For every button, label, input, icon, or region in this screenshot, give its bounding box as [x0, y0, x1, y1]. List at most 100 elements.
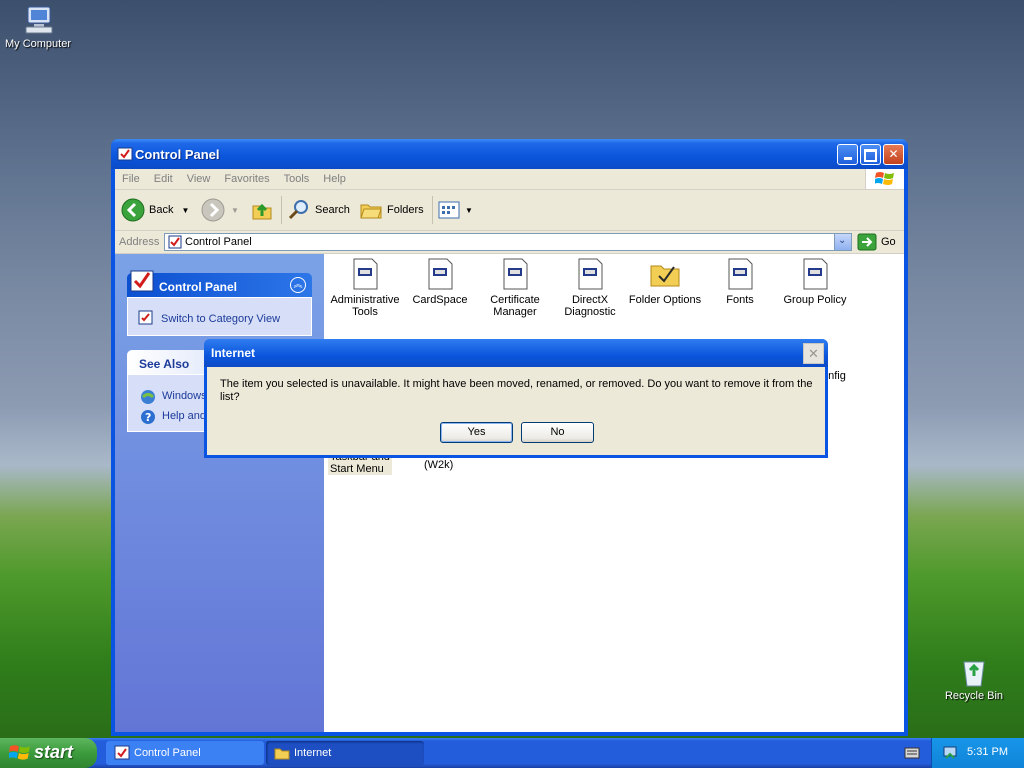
close-icon: ✕ — [808, 346, 819, 361]
item-label: Administrative Tools — [330, 294, 400, 318]
keyboard-icon[interactable] — [904, 747, 920, 759]
back-button[interactable]: Back ▼ — [121, 197, 189, 223]
window-titlebar[interactable]: Control Panel ✕ — [111, 139, 908, 169]
toolbar-separator — [281, 196, 282, 224]
menu-tools[interactable]: Tools — [277, 169, 317, 189]
control-panel-task-icon — [114, 745, 130, 760]
menu-file[interactable]: File — [115, 169, 147, 189]
item-label: Folder Options — [628, 294, 702, 306]
control-panel-panel-body: Switch to Category View — [127, 297, 312, 336]
control-panel-panel-header[interactable]: Control Panel ︽ — [127, 270, 312, 297]
yes-button[interactable]: Yes — [440, 422, 513, 443]
task-label: Internet — [294, 747, 332, 759]
collapse-icon[interactable]: ︽ — [290, 277, 306, 293]
applet-icon — [728, 258, 753, 290]
help-icon: ? — [141, 410, 155, 424]
address-value: Control Panel — [185, 236, 252, 248]
item-administrative-tools[interactable]: Administrative Tools — [328, 258, 402, 318]
address-input[interactable]: Control Panel ⌄ — [164, 233, 852, 251]
item-label: CardSpace — [412, 294, 468, 306]
up-folder-icon — [252, 203, 272, 220]
item-folder-options[interactable]: Folder Options — [628, 258, 702, 306]
minimize-button[interactable] — [837, 144, 858, 165]
recycle-bin-icon — [963, 661, 985, 687]
minimize-icon — [843, 157, 852, 160]
item-certificate-manager[interactable]: Certificate Manager — [478, 258, 552, 318]
my-computer-label: My Computer — [4, 38, 72, 50]
menu-edit[interactable]: Edit — [147, 169, 180, 189]
folders-label: Folders — [387, 204, 424, 216]
menu-favorites[interactable]: Favorites — [217, 169, 276, 189]
content-area: Control Panel ︽ Switch to Category View … — [115, 254, 904, 732]
item-cardspace[interactable]: CardSpace — [403, 258, 477, 306]
start-button[interactable]: start — [0, 738, 97, 768]
item-label: Certificate Manager — [490, 294, 540, 318]
menu-bar: File Edit View Favorites Tools Help — [115, 169, 904, 190]
menu-help[interactable]: Help — [316, 169, 353, 189]
control-panel-items: Administrative Tools CardSpace Certifica… — [324, 254, 904, 732]
address-dropdown-button[interactable]: ⌄ — [834, 234, 851, 250]
see-also-help-link[interactable]: Help and — [162, 410, 206, 422]
taskbar-item-internet[interactable]: Internet — [266, 741, 424, 765]
applet-icon — [578, 258, 603, 290]
dialog-titlebar[interactable]: Internet — [204, 339, 828, 367]
search-label: Search — [315, 204, 350, 216]
start-label: start — [34, 742, 74, 762]
item-label: DirectX Diagnostic — [564, 294, 616, 318]
switch-view-icon — [138, 310, 153, 325]
system-tray: 5:31 PM — [931, 738, 1024, 768]
dialog-title: Internet — [211, 346, 256, 360]
internet-dialog: Internet ✕ The item you selected is unav… — [204, 339, 828, 458]
windows-flag-icon — [9, 745, 30, 760]
switch-to-category-view-link[interactable]: Switch to Category View — [161, 313, 280, 325]
taskbar-item-control-panel[interactable]: Control Panel — [106, 741, 264, 765]
forward-dropdown-icon[interactable]: ▼ — [231, 206, 239, 215]
recycle-bin-desktop-icon[interactable]: Recycle Bin — [938, 656, 1010, 702]
back-label: Back — [149, 204, 174, 216]
no-button[interactable]: No — [521, 422, 594, 443]
maximize-button[interactable] — [860, 144, 881, 165]
applet-icon — [353, 258, 378, 290]
close-button[interactable]: ✕ — [883, 144, 904, 165]
address-label: Address — [119, 236, 160, 248]
back-dropdown-icon[interactable]: ▼ — [181, 206, 189, 215]
clock[interactable]: 5:31 PM — [967, 746, 1008, 758]
toolbar-separator-2 — [432, 196, 433, 224]
see-also-windows-link[interactable]: Windows — [162, 390, 207, 402]
standard-toolbar: Back ▼ ▼ Search Folders ▼ — [115, 190, 904, 231]
windows-update-icon — [141, 390, 155, 404]
applet-icon — [803, 258, 828, 290]
network-tray-icon[interactable] — [942, 745, 958, 761]
dialog-message: The item you selected is unavailable. It… — [220, 378, 813, 403]
control-panel-title-icon — [117, 147, 133, 161]
chevron-down-icon: ⌄ — [838, 235, 847, 246]
menu-view[interactable]: View — [180, 169, 218, 189]
item-directx-diagnostic[interactable]: DirectX Diagnostic — [553, 258, 627, 318]
close-icon: ✕ — [888, 147, 899, 161]
go-button[interactable]: Go — [857, 233, 896, 251]
my-computer-desktop-icon[interactable]: My Computer — [2, 4, 74, 50]
taskbar: start Control Panel Internet 5:31 PM — [0, 738, 1024, 768]
control-panel-address-icon — [168, 235, 182, 249]
item-fonts[interactable]: Fonts — [703, 258, 777, 306]
item-partial-label-w2k[interactable]: (W2k) — [424, 459, 453, 471]
maximize-icon — [864, 149, 877, 162]
windows-flag-icon — [875, 172, 894, 185]
item-group-policy[interactable]: Group Policy — [778, 258, 852, 306]
control-panel-panel-icon — [130, 270, 154, 292]
item-label: Group Policy — [783, 294, 847, 306]
views-dropdown-icon[interactable]: ▼ — [465, 206, 473, 215]
search-button[interactable]: Search — [287, 197, 350, 223]
forward-button[interactable]: ▼ — [201, 197, 239, 223]
window-title: Control Panel — [135, 147, 220, 162]
task-label: Control Panel — [134, 747, 201, 759]
go-label: Go — [881, 236, 896, 248]
control-panel-panel-title: Control Panel — [159, 280, 238, 294]
up-button[interactable] — [250, 197, 278, 223]
dialog-close-button[interactable]: ✕ — [803, 343, 824, 364]
folders-button[interactable]: Folders — [359, 197, 424, 223]
go-arrow-icon — [857, 233, 877, 251]
svg-text:?: ? — [145, 411, 151, 424]
applet-icon — [428, 258, 453, 290]
views-button[interactable]: ▼ — [437, 197, 473, 223]
